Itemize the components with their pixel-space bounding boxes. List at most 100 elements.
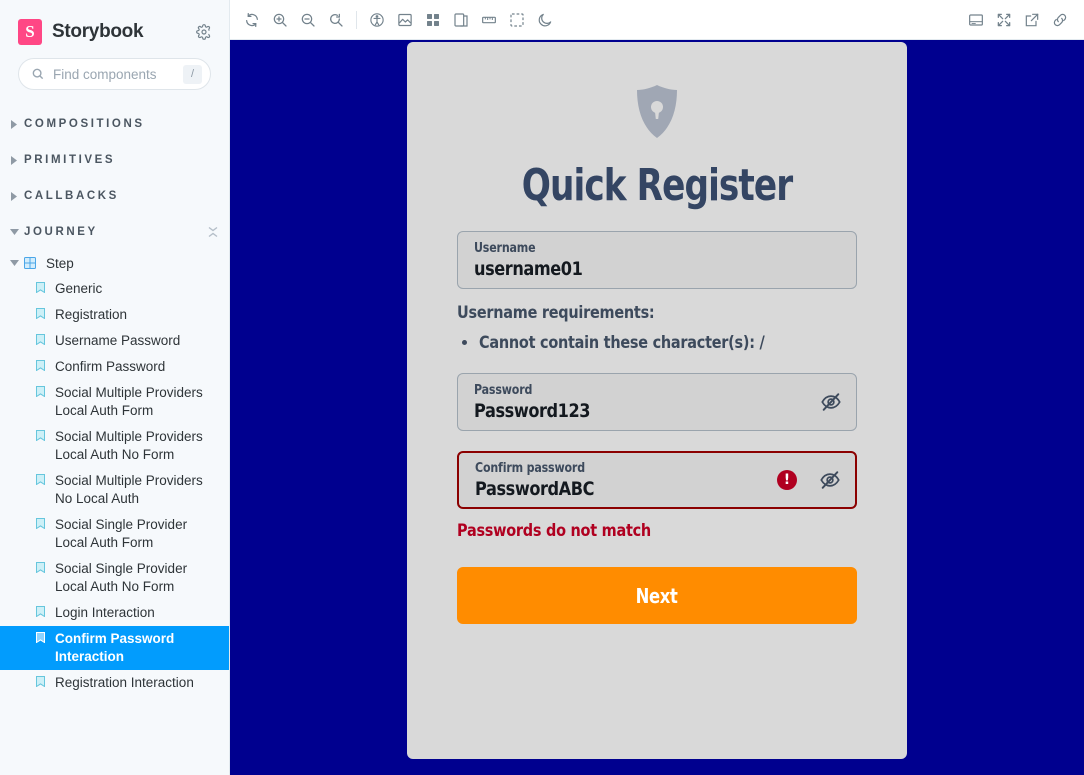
sidebar-group-callbacks[interactable]: CALLBACKS bbox=[0, 178, 229, 214]
sidebar-item-registration[interactable]: Registration bbox=[0, 302, 229, 328]
confirm-password-field[interactable]: Confirm password PasswordABC ! bbox=[457, 451, 857, 509]
accessibility-icon[interactable] bbox=[363, 6, 391, 34]
sidebar: S Storybook / bbox=[0, 0, 230, 775]
sidebar-item-label: Login Interaction bbox=[55, 605, 155, 620]
username-label: Username bbox=[474, 240, 536, 256]
search-shortcut-key: / bbox=[183, 64, 202, 84]
story-icon bbox=[33, 360, 47, 371]
sidebar-group-primitives[interactable]: PRIMITIVES bbox=[0, 142, 229, 178]
search-icon bbox=[32, 68, 44, 80]
zoom-out-icon[interactable] bbox=[294, 6, 322, 34]
outline-icon[interactable] bbox=[503, 6, 531, 34]
chevron-down-icon bbox=[8, 228, 20, 236]
collapse-all-icon[interactable] bbox=[207, 226, 219, 238]
sidebar-item-social-multiple-providers-no-local-auth[interactable]: Social Multiple Providers No Local Auth bbox=[0, 468, 229, 512]
zoom-reset-icon[interactable] bbox=[322, 6, 350, 34]
chevron-right-icon bbox=[8, 155, 20, 165]
gear-icon[interactable] bbox=[193, 21, 215, 43]
username-requirements-title: Username requirements: bbox=[457, 303, 655, 323]
story-icon bbox=[33, 308, 47, 319]
sidebar-item-login-interaction[interactable]: Login Interaction bbox=[0, 600, 229, 626]
sidebar-group-label: CALLBACKS bbox=[24, 190, 119, 202]
story-canvas: Quick Register Username username01 Usern… bbox=[230, 40, 1084, 775]
canvas-toolbar bbox=[230, 0, 1084, 40]
quick-register-card: Quick Register Username username01 Usern… bbox=[407, 42, 907, 759]
confirm-password-field-texts: Confirm password PasswordABC bbox=[475, 461, 777, 500]
sidebar-item-label: Generic bbox=[55, 281, 103, 296]
search-input[interactable] bbox=[53, 66, 179, 82]
component-icon bbox=[22, 257, 38, 269]
sidebar-header: S Storybook bbox=[0, 0, 229, 58]
password-mismatch-error: Passwords do not match bbox=[457, 521, 651, 541]
sidebar-item-label: Social Single Provider Local Auth No For… bbox=[55, 561, 188, 594]
sidebar-item-social-single-provider-local-auth-form[interactable]: Social Single Provider Local Auth Form bbox=[0, 512, 229, 556]
story-icon bbox=[33, 562, 47, 573]
sidebar-item-label: Registration Interaction bbox=[55, 675, 194, 690]
story-icon bbox=[33, 606, 47, 617]
search-container: / bbox=[0, 58, 229, 100]
password-input[interactable]: Password123 bbox=[474, 400, 766, 422]
brand-title: Storybook bbox=[52, 21, 144, 42]
viewport-icon[interactable] bbox=[447, 6, 475, 34]
tree-component-step[interactable]: Step bbox=[0, 250, 229, 276]
story-icon bbox=[33, 518, 47, 529]
toolbar-left-group bbox=[238, 6, 559, 34]
sidebar-item-username-password[interactable]: Username Password bbox=[0, 328, 229, 354]
dark-mode-icon[interactable] bbox=[531, 6, 559, 34]
chevron-right-icon bbox=[8, 119, 20, 129]
next-button-label: Next bbox=[636, 583, 678, 608]
sidebar-item-generic[interactable]: Generic bbox=[0, 276, 229, 302]
sidebar-item-confirm-password-interaction[interactable]: Confirm Password Interaction bbox=[0, 626, 229, 670]
eye-off-icon[interactable] bbox=[818, 389, 844, 415]
search-box[interactable]: / bbox=[18, 58, 211, 90]
story-icon bbox=[33, 474, 47, 485]
sidebar-item-social-multiple-providers-local-auth-form[interactable]: Social Multiple Providers Local Auth For… bbox=[0, 380, 229, 424]
sidebar-group-label: PRIMITIVES bbox=[24, 154, 116, 166]
password-field-texts: Password Password123 bbox=[474, 383, 818, 422]
username-field[interactable]: Username username01 bbox=[457, 231, 857, 289]
sidebar-item-registration-interaction[interactable]: Registration Interaction bbox=[0, 670, 229, 696]
addons-panel-icon[interactable] bbox=[962, 6, 990, 34]
fullscreen-icon[interactable] bbox=[990, 6, 1018, 34]
username-input[interactable]: username01 bbox=[474, 258, 789, 280]
backgrounds-icon[interactable] bbox=[391, 6, 419, 34]
story-icon bbox=[33, 282, 47, 293]
remount-icon[interactable] bbox=[238, 6, 266, 34]
sidebar-item-label: Social Multiple Providers Local Auth For… bbox=[55, 385, 203, 418]
sidebar-item-label: Social Multiple Providers No Local Auth bbox=[55, 473, 203, 506]
confirm-password-input[interactable]: PasswordABC bbox=[475, 478, 732, 500]
next-button[interactable]: Next bbox=[457, 567, 857, 624]
copy-link-icon[interactable] bbox=[1046, 6, 1074, 34]
eye-off-icon[interactable] bbox=[817, 467, 843, 493]
page-title: Quick Register bbox=[521, 160, 793, 211]
password-field[interactable]: Password Password123 bbox=[457, 373, 857, 431]
sidebar-item-label: Username Password bbox=[55, 333, 181, 348]
zoom-in-icon[interactable] bbox=[266, 6, 294, 34]
measure-icon[interactable] bbox=[475, 6, 503, 34]
sidebar-group-label: COMPOSITIONS bbox=[24, 118, 145, 130]
sidebar-item-label: Confirm Password bbox=[55, 359, 166, 374]
tree-component-label: Step bbox=[46, 255, 74, 271]
sidebar-item-social-single-provider-local-auth-no-form[interactable]: Social Single Provider Local Auth No For… bbox=[0, 556, 229, 600]
storybook-app: S Storybook / bbox=[0, 0, 1084, 775]
sidebar-group-compositions[interactable]: COMPOSITIONS bbox=[0, 106, 229, 142]
grid-icon[interactable] bbox=[419, 6, 447, 34]
story-icon bbox=[33, 676, 47, 687]
sidebar-item-social-multiple-providers-local-auth-no-form[interactable]: Social Multiple Providers Local Auth No … bbox=[0, 424, 229, 468]
sidebar-group-label: JOURNEY bbox=[24, 226, 98, 238]
story-icon bbox=[33, 430, 47, 441]
sidebar-item-label: Registration bbox=[55, 307, 128, 322]
component-tree: COMPOSITIONS PRIMITIVES CALLBACKS JOURNE… bbox=[0, 100, 229, 775]
sidebar-item-label: Social Multiple Providers Local Auth No … bbox=[55, 429, 203, 462]
chevron-down-icon bbox=[8, 259, 20, 267]
sidebar-item-confirm-password[interactable]: Confirm Password bbox=[0, 354, 229, 380]
story-icon bbox=[33, 386, 47, 397]
open-new-tab-icon[interactable] bbox=[1018, 6, 1046, 34]
sidebar-item-label: Confirm Password Interaction bbox=[55, 631, 175, 664]
error-badge-icon: ! bbox=[777, 470, 797, 490]
password-label: Password bbox=[474, 382, 533, 398]
toolbar-separator bbox=[356, 10, 357, 29]
toolbar-right-group bbox=[962, 6, 1074, 34]
sidebar-group-journey[interactable]: JOURNEY bbox=[0, 214, 229, 250]
sidebar-item-label: Social Single Provider Local Auth Form bbox=[55, 517, 188, 550]
